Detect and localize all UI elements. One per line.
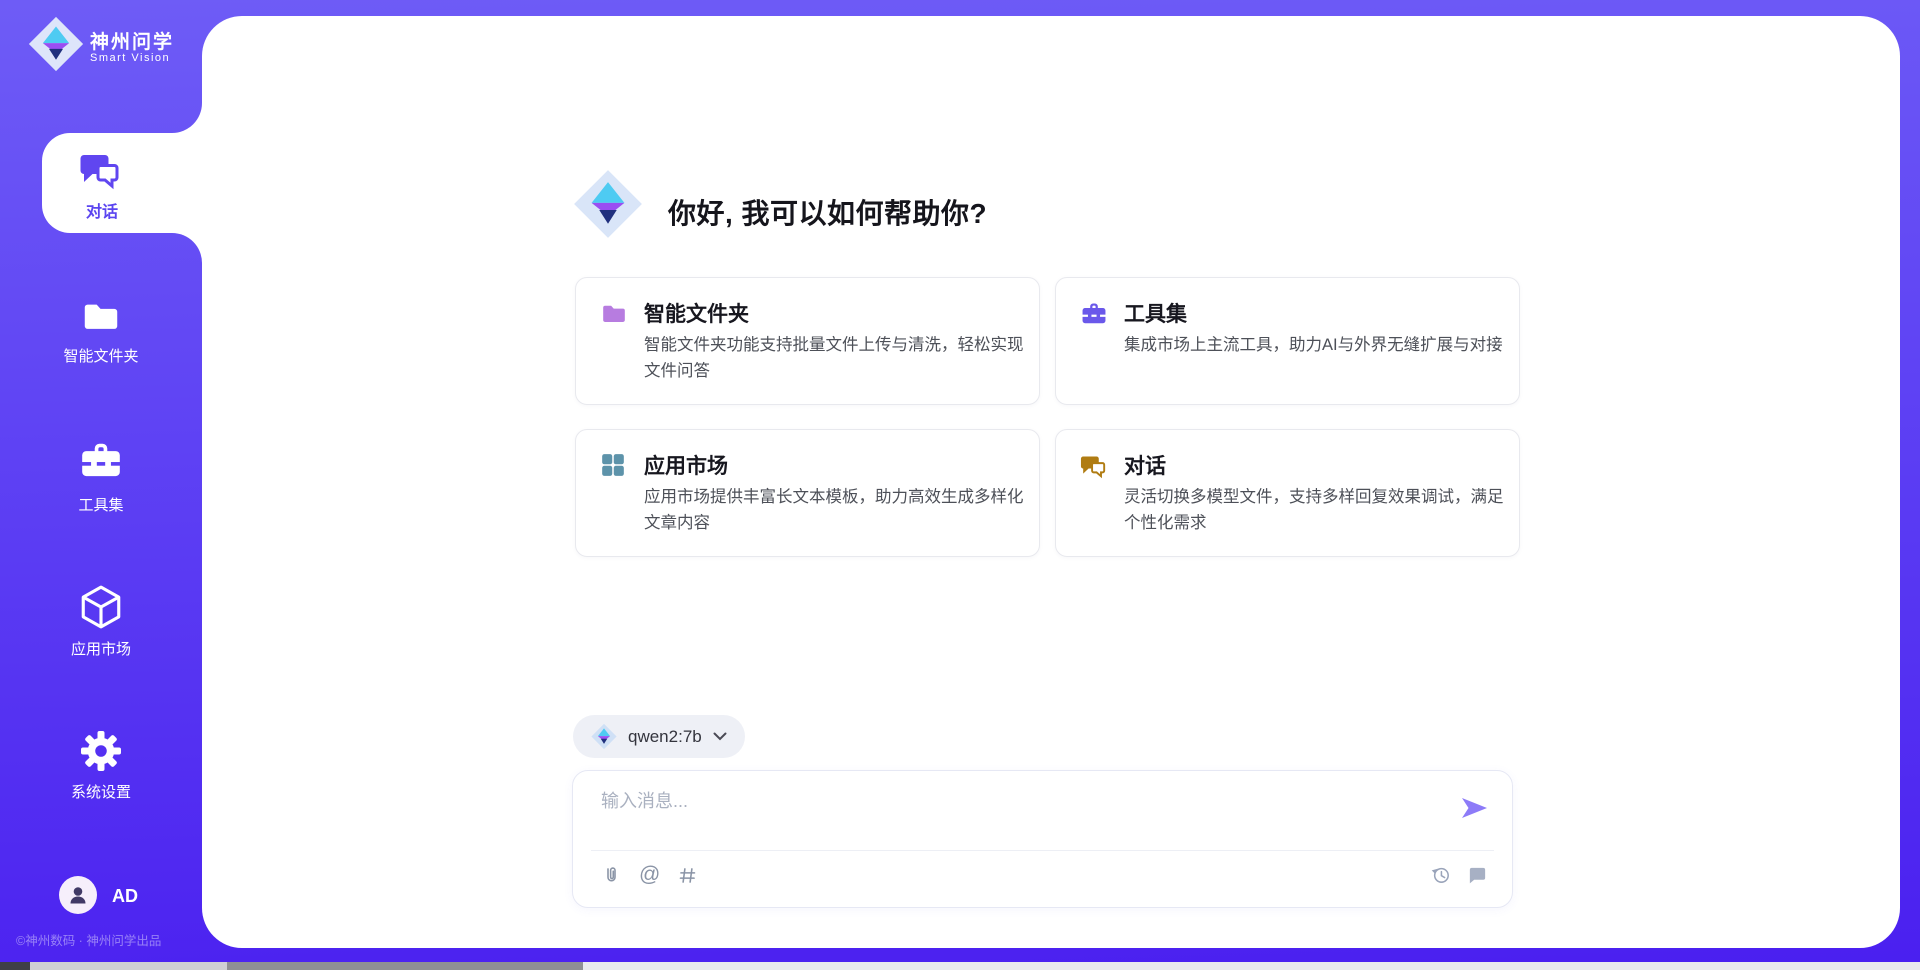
user-initials: AD [112, 886, 138, 907]
sidebar-item-settings[interactable]: 系统设置 [0, 781, 202, 802]
card-description: 集成市场上主流工具，助力AI与外界无缝扩展与对接 [1124, 333, 1504, 359]
history-icon[interactable] [1430, 864, 1452, 886]
briefcase-icon [1080, 300, 1108, 328]
card-toolset[interactable]: 工具集 集成市场上主流工具，助力AI与外界无缝扩展与对接 [1055, 277, 1520, 405]
brand-logo-gem-icon [28, 16, 84, 72]
card-smart-folders[interactable]: 智能文件夹 智能文件夹功能支持批量文件上传与清洗，轻松实现文件问答 [575, 277, 1040, 405]
card-chat[interactable]: 对话 灵活切换多模型文件，支持多样回复效果调试，满足个性化需求 [1055, 429, 1520, 557]
brand-name: 神州问学 [90, 27, 174, 54]
briefcase-icon[interactable] [0, 438, 202, 484]
card-description: 灵活切换多模型文件，支持多样回复效果调试，满足个性化需求 [1124, 485, 1504, 536]
card-title: 工具集 [1124, 298, 1187, 328]
card-description: 智能文件夹功能支持批量文件上传与清洗，轻松实现文件问答 [644, 333, 1024, 384]
attachment-icon[interactable] [601, 864, 622, 887]
greeting-gem-icon [573, 167, 643, 241]
greeting-title: 你好, 我可以如何帮助你? [668, 192, 987, 232]
card-app-market[interactable]: 应用市场 应用市场提供丰富长文本模板，助力高效生成多样化文章内容 [575, 429, 1040, 557]
hash-icon[interactable] [677, 865, 698, 886]
message-input[interactable] [601, 787, 1421, 843]
model-gem-icon [591, 723, 617, 750]
card-description: 应用市场提供丰富长文本模板，助力高效生成多样化文章内容 [644, 485, 1024, 536]
avatar[interactable] [59, 876, 97, 914]
taskbar-edge [0, 962, 1920, 970]
composer-divider [591, 850, 1494, 851]
copyright-text: ©神州数码 · 神州问学出品 [16, 930, 161, 949]
mention-icon[interactable]: @ [639, 863, 660, 887]
card-title: 应用市场 [644, 450, 728, 480]
message-composer: @ [572, 770, 1513, 908]
brand-subtitle: Smart Vision [90, 52, 170, 64]
model-selector[interactable]: qwen2:7b [573, 715, 745, 758]
sidebar-item-tools[interactable]: 工具集 [0, 494, 202, 515]
model-name: qwen2:7b [628, 727, 702, 747]
chat-bubbles-icon [1080, 452, 1108, 480]
send-icon[interactable] [1460, 795, 1490, 821]
tab-scoop-bottom [172, 233, 202, 263]
cube-icon[interactable] [0, 583, 202, 631]
folder-icon [600, 300, 628, 328]
person-icon [66, 883, 90, 907]
grid-icon [600, 452, 628, 480]
card-title: 智能文件夹 [644, 298, 749, 328]
sidebar-item-market[interactable]: 应用市场 [0, 638, 202, 659]
chat-bubble-icon[interactable] [1467, 865, 1488, 886]
card-title: 对话 [1124, 450, 1166, 480]
chat-bubbles-icon [79, 148, 123, 192]
gear-icon[interactable] [0, 728, 202, 774]
folder-icon[interactable] [0, 296, 202, 338]
tab-scoop-top [172, 103, 202, 133]
sidebar-item-folders[interactable]: 智能文件夹 [0, 345, 202, 366]
sidebar-item-chat-label: 对话 [42, 198, 162, 222]
chevron-down-icon [713, 732, 727, 741]
